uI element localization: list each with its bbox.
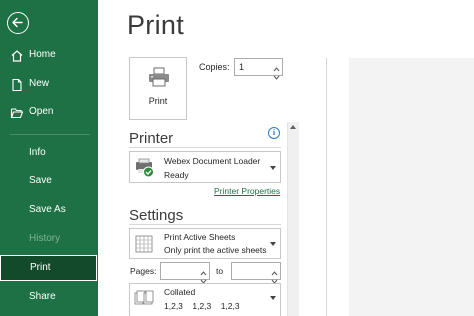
sidebar-item-home[interactable]: Home — [0, 42, 98, 68]
settings-scrollbar[interactable] — [287, 122, 299, 316]
back-arrow-icon[interactable] — [7, 12, 29, 34]
sidebar-item-open[interactable]: Open — [0, 99, 98, 125]
home-icon — [10, 48, 24, 62]
printer-section-header: Printer — [129, 130, 174, 147]
sidebar-item-label: History — [29, 233, 61, 244]
print-button[interactable]: Print — [129, 57, 187, 120]
printer-properties-link[interactable]: Printer Properties — [214, 186, 280, 196]
settings-section-header: Settings — [129, 207, 184, 224]
print-preview-area — [349, 58, 474, 316]
collate-desc: 1,2,3 1,2,3 1,2,3 — [164, 301, 240, 311]
sidebar-item-label: Print — [30, 262, 51, 273]
pages-to-label: to — [216, 266, 224, 276]
pages-label: Pages: — [130, 266, 157, 276]
sidebar-item-new[interactable]: New — [0, 71, 98, 97]
copies-stepper[interactable]: 1 — [234, 58, 283, 80]
new-document-icon — [10, 77, 24, 92]
chevron-down-icon[interactable] — [199, 272, 208, 284]
open-folder-icon — [10, 105, 24, 119]
printer-name: Webex Document Loader — [164, 156, 261, 166]
backstage-sidebar: Home New Open Info Save Save As History … — [0, 0, 98, 316]
pages-from-input[interactable] — [160, 262, 210, 284]
chevron-up-icon[interactable] — [199, 264, 208, 276]
sidebar-item-history: History — [0, 226, 98, 252]
sidebar-item-label: New — [29, 78, 50, 89]
chevron-down-icon[interactable] — [270, 272, 279, 284]
collate-select[interactable]: Collated 1,2,3 1,2,3 1,2,3 — [129, 283, 281, 316]
scroll-up-arrow-icon[interactable] — [290, 125, 296, 129]
sidebar-item-label: Share — [29, 291, 56, 302]
collate-title: Collated — [164, 287, 196, 297]
pages-to-input[interactable] — [231, 262, 281, 284]
sidebar-item-label: Save As — [29, 204, 66, 215]
printer-device-icon — [134, 158, 156, 183]
sidebar-item-info[interactable]: Info — [0, 140, 98, 166]
chevron-up-icon[interactable] — [272, 60, 281, 72]
info-icon[interactable]: i — [268, 127, 280, 139]
sidebar-item-label: Info — [29, 147, 46, 158]
print-scope-title: Print Active Sheets — [164, 232, 236, 242]
sidebar-divider — [10, 134, 90, 135]
dropdown-arrow-icon — [270, 242, 276, 246]
copies-value: 1 — [239, 62, 245, 72]
copies-label: Copies: — [199, 62, 230, 72]
sidebar-item-save-as[interactable]: Save As — [0, 197, 98, 223]
panel-divider — [326, 58, 327, 316]
sidebar-item-share[interactable]: Share — [0, 284, 98, 310]
chevron-down-icon[interactable] — [272, 68, 281, 80]
sidebar-item-label: Home — [29, 49, 56, 60]
dropdown-arrow-icon — [270, 296, 276, 300]
print-button-label: Print — [148, 96, 168, 106]
section-divider — [129, 147, 281, 148]
printer-select[interactable]: Webex Document Loader Ready — [129, 151, 281, 183]
sidebar-item-print[interactable]: Print — [0, 255, 97, 281]
section-divider — [129, 224, 281, 225]
print-scope-select[interactable]: Print Active Sheets Only print the activ… — [129, 228, 281, 259]
collated-pages-icon — [134, 290, 154, 313]
chevron-up-icon[interactable] — [270, 264, 279, 276]
print-scope-desc: Only print the active sheets — [164, 245, 267, 255]
page-title: Print — [127, 10, 185, 40]
sidebar-item-save[interactable]: Save — [0, 168, 98, 194]
sheets-grid-icon — [135, 235, 153, 258]
printer-icon — [148, 67, 170, 92]
printer-status: Ready — [164, 170, 189, 180]
dropdown-arrow-icon — [270, 166, 276, 170]
sidebar-item-label: Open — [29, 106, 54, 117]
sidebar-item-label: Save — [29, 175, 52, 186]
